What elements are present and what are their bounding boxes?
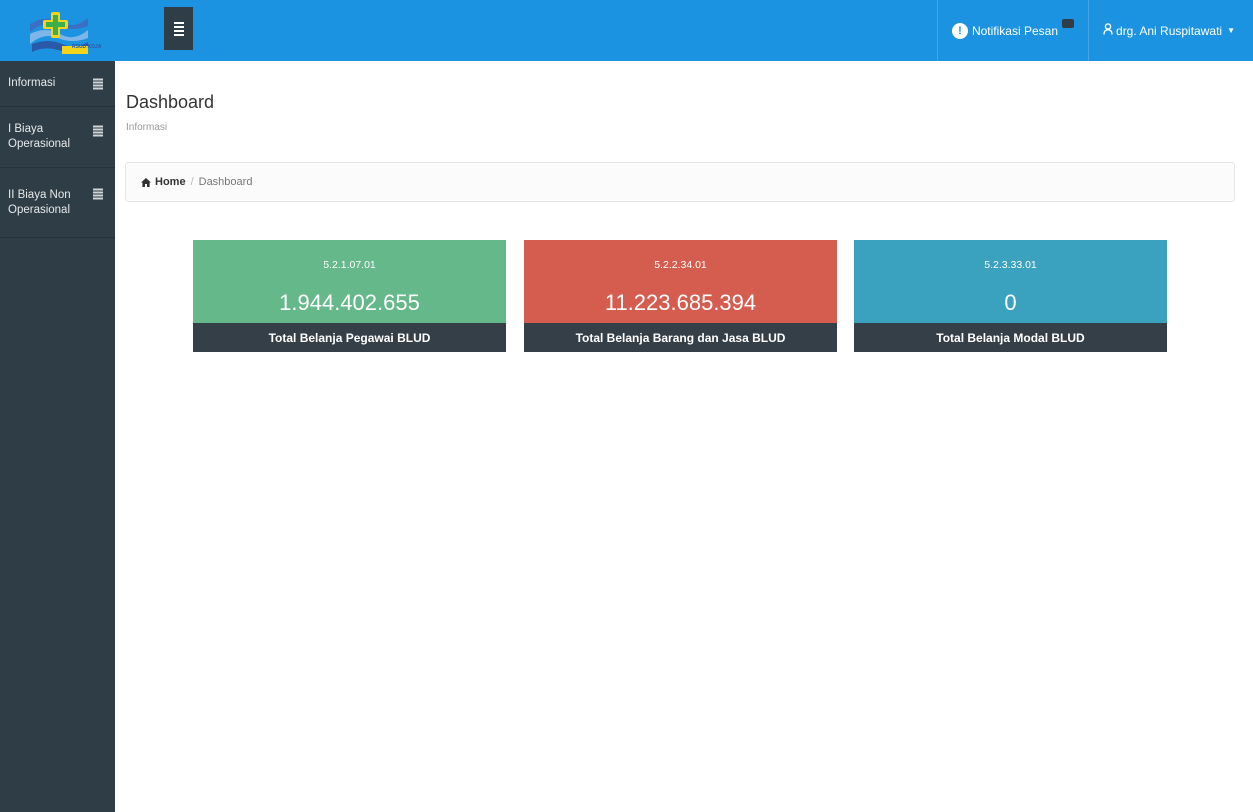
sidebar-item-label: II Biaya Non Operasional: [8, 188, 71, 216]
stat-card-pegawai[interactable]: 5.2.1.07.01 1.944.402.655 Total Belanja …: [193, 240, 506, 352]
caret-down-icon: ▼: [1227, 26, 1235, 35]
card-footer-label: Total Belanja Barang dan Jasa BLUD: [524, 323, 837, 352]
breadcrumb-current: Dashboard: [198, 176, 253, 188]
sidebar-item-biaya-operasional[interactable]: I Biaya Operasional: [0, 107, 115, 168]
navbar-right: ! Notifikasi Pesan drg. Ani Ruspitawati …: [936, 0, 1253, 61]
menu-toggle-button[interactable]: [164, 7, 193, 50]
card-value: 1.944.402.655: [279, 290, 420, 315]
card-body: 5.2.2.34.01 11.223.685.394: [524, 240, 837, 323]
home-icon: [141, 177, 151, 187]
sidebar-item-biaya-non-operasional[interactable]: II Biaya Non Operasional: [0, 168, 115, 238]
card-code: 5.2.3.33.01: [984, 259, 1037, 271]
card-body: 5.2.3.33.01 0: [854, 240, 1167, 323]
user-menu[interactable]: drg. Ani Ruspitawati ▼: [1088, 0, 1253, 61]
user-name: drg. Ani Ruspitawati: [1116, 23, 1223, 38]
sidebar-item-label: Informasi: [8, 77, 56, 89]
sidebar: Informasi I Biaya Operasional II Biaya N…: [0, 61, 115, 812]
list-icon: [93, 125, 103, 137]
user-icon: [1103, 23, 1113, 38]
breadcrumb-home-label: Home: [155, 176, 186, 188]
card-code: 5.2.1.07.01: [323, 259, 376, 271]
card-footer-label: Total Belanja Pegawai BLUD: [193, 323, 506, 352]
card-footer-label: Total Belanja Modal BLUD: [854, 323, 1167, 352]
breadcrumb-home-link[interactable]: Home: [141, 176, 186, 188]
sidebar-item-label: I Biaya Operasional: [8, 123, 71, 150]
list-icon: [173, 21, 184, 36]
page-title: Dashboard: [126, 92, 215, 112]
notification-menu[interactable]: ! Notifikasi Pesan: [936, 0, 1088, 61]
logo-text: RSUD KOJA: [72, 44, 102, 50]
card-body: 5.2.1.07.01 1.944.402.655: [193, 240, 506, 323]
main-content: Dashboard Informasi Home / Dashboard 5.2…: [115, 61, 1253, 812]
top-navbar: RSUD KOJA ! Notifikasi Pesan drg. Ani Ru…: [0, 0, 1253, 61]
notification-label: Notifikasi Pesan: [971, 23, 1059, 38]
page-subtitle: Informasi: [126, 122, 168, 133]
sidebar-item-informasi[interactable]: Informasi: [0, 61, 115, 107]
stat-card-barang-jasa[interactable]: 5.2.2.34.01 11.223.685.394 Total Belanja…: [524, 240, 837, 352]
card-value: 11.223.685.394: [604, 290, 757, 315]
notification-badge: [1062, 19, 1075, 28]
exclamation-icon: !: [951, 22, 968, 39]
breadcrumb-separator: /: [190, 176, 194, 188]
app-logo[interactable]: RSUD KOJA: [0, 0, 115, 61]
list-icon: [93, 78, 103, 89]
card-code: 5.2.2.34.01: [654, 259, 707, 271]
list-icon: [93, 188, 103, 200]
breadcrumb: Home / Dashboard: [125, 162, 1235, 202]
stat-card-modal[interactable]: 5.2.3.33.01 0 Total Belanja Modal BLUD: [854, 240, 1167, 352]
card-value: 0: [1004, 290, 1017, 315]
